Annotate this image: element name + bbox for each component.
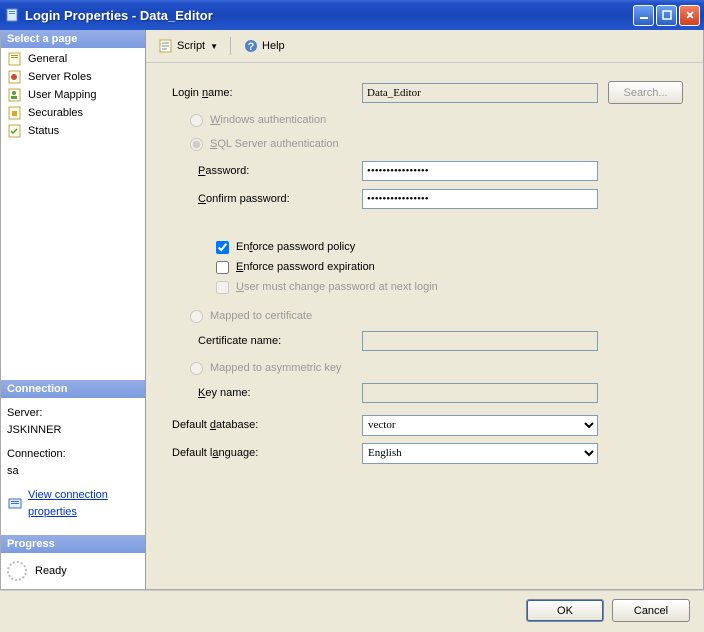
sql-auth-label: SQL Server authentication: [210, 138, 339, 150]
cert-name-label: Certificate name:: [172, 335, 362, 347]
page-label: Status: [28, 125, 59, 137]
enforce-expiration-checkbox[interactable]: [216, 261, 229, 274]
main-panel: Script ▼ ? Help Login name: Search... Wi…: [146, 30, 703, 589]
server-value: JSKINNER: [7, 424, 61, 436]
connection-icon: [7, 496, 23, 512]
page-icon: [7, 123, 23, 139]
mapped-asym-label: Mapped to asymmetric key: [210, 362, 341, 374]
page-label: Server Roles: [28, 71, 92, 83]
sidebar-item-status[interactable]: Status: [1, 122, 145, 140]
enforce-expiration-label: Enforce password expiration: [236, 261, 375, 273]
svg-text:?: ?: [248, 41, 255, 53]
sidebar-item-general[interactable]: General: [1, 50, 145, 68]
login-name-label: Login name:: [172, 87, 362, 99]
progress-section: Ready: [1, 553, 145, 589]
separator: [230, 37, 231, 55]
default-db-select[interactable]: vector: [362, 415, 598, 436]
toolbar: Script ▼ ? Help: [146, 30, 703, 63]
maximize-button[interactable]: [656, 5, 677, 26]
key-name-label: Key name:: [172, 387, 362, 399]
server-label: Server:: [7, 405, 139, 422]
default-db-label: Default database:: [172, 419, 362, 431]
connection-section: Server: JSKINNER Connection: sa View con…: [1, 398, 145, 525]
sidebar-item-securables[interactable]: Securables: [1, 104, 145, 122]
help-icon: ?: [243, 38, 259, 54]
connection-label: Connection:: [7, 446, 139, 463]
cert-name-field: [362, 331, 598, 351]
default-lang-select[interactable]: English: [362, 443, 598, 464]
page-icon: [7, 105, 23, 121]
login-name-field[interactable]: [362, 83, 598, 103]
footer: OK Cancel: [0, 590, 704, 630]
windows-auth-label: Windows authentication: [210, 114, 326, 126]
title-bar: Login Properties - Data_Editor: [0, 0, 704, 30]
enforce-policy-checkbox[interactable]: [216, 241, 229, 254]
progress-spinner-icon: [7, 561, 27, 581]
confirm-password-field[interactable]: [362, 189, 598, 209]
script-label: Script: [177, 40, 205, 52]
help-button[interactable]: ? Help: [239, 36, 289, 56]
password-label: Password:: [172, 165, 362, 177]
default-lang-label: Default language:: [172, 447, 362, 459]
progress-header: Progress: [1, 535, 145, 553]
close-button[interactable]: [679, 5, 700, 26]
sql-auth-radio: [190, 138, 203, 151]
key-name-field: [362, 383, 598, 403]
sidebar-item-server-roles[interactable]: Server Roles: [1, 68, 145, 86]
progress-status: Ready: [35, 565, 67, 577]
form: Login name: Search... Windows authentica…: [146, 63, 703, 589]
ok-button[interactable]: OK: [526, 599, 604, 622]
help-label: Help: [262, 40, 285, 52]
connection-value: sa: [7, 465, 19, 477]
must-change-checkbox: [216, 281, 229, 294]
password-field[interactable]: [362, 161, 598, 181]
confirm-password-label: Confirm password:: [172, 193, 362, 205]
select-page-header: Select a page: [1, 30, 145, 48]
window-title: Login Properties - Data_Editor: [25, 8, 633, 23]
script-button[interactable]: Script ▼: [154, 36, 222, 56]
page-label: User Mapping: [28, 89, 96, 101]
sidebar: Select a page General Server Roles User …: [1, 30, 146, 589]
page-label: Securables: [28, 107, 83, 119]
app-icon: [4, 7, 20, 23]
windows-auth-radio: [190, 114, 203, 127]
mapped-cert-label: Mapped to certificate: [210, 310, 312, 322]
page-icon: [7, 87, 23, 103]
page-list: General Server Roles User Mapping Secura…: [1, 48, 145, 380]
window-controls: [633, 5, 700, 26]
page-label: General: [28, 53, 67, 65]
chevron-down-icon: ▼: [210, 42, 218, 51]
mapped-asym-radio: [190, 362, 203, 375]
page-icon: [7, 69, 23, 85]
mapped-cert-radio: [190, 310, 203, 323]
page-icon: [7, 51, 23, 67]
must-change-label: User must change password at next login: [236, 281, 438, 293]
cancel-button[interactable]: Cancel: [612, 599, 690, 622]
minimize-button[interactable]: [633, 5, 654, 26]
enforce-policy-label: Enforce password policy: [236, 241, 355, 253]
view-connection-link[interactable]: View connection properties: [28, 487, 139, 520]
connection-header: Connection: [1, 380, 145, 398]
script-icon: [158, 38, 174, 54]
sidebar-item-user-mapping[interactable]: User Mapping: [1, 86, 145, 104]
search-button: Search...: [608, 81, 683, 104]
